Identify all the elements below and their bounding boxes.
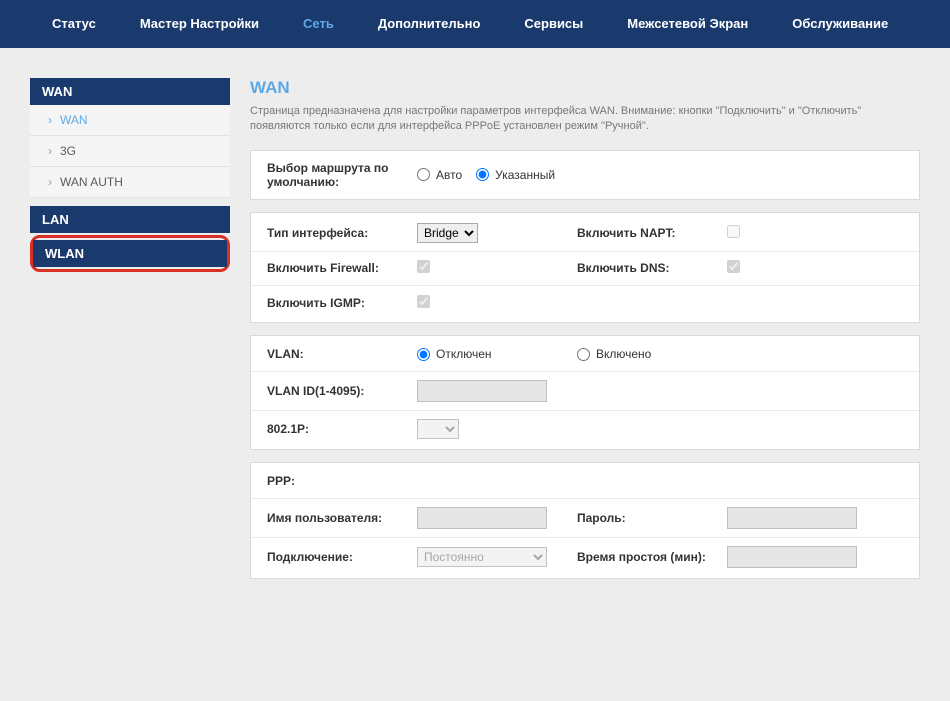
nav-network[interactable]: Сеть [291, 0, 346, 48]
page-description: Страница предназначена для настройки пар… [250, 104, 920, 135]
nav-maintenance[interactable]: Обслуживание [780, 0, 900, 48]
iface-type-label: Тип интерфейса: [267, 226, 417, 240]
nav-firewall[interactable]: Межсетевой Экран [615, 0, 760, 48]
route-label: Выбор маршрута по умолчанию: [267, 161, 417, 189]
vlan-on-label: Включено [596, 347, 651, 361]
route-specified-label: Указанный [495, 168, 555, 182]
sidebar-wlan-header[interactable]: WLAN [33, 240, 227, 267]
firewall-checkbox[interactable] [417, 260, 430, 273]
vlan-off-label: Отключен [436, 347, 492, 361]
sidebar-item-3g[interactable]: 3G [30, 136, 230, 167]
panel-vlan: VLAN: Отключен Включено VLAN ID(1-4095): [250, 335, 920, 450]
conn-label: Подключение: [267, 550, 417, 564]
conn-select[interactable]: Постоянно [417, 547, 547, 567]
route-auto-radio[interactable] [417, 168, 430, 181]
main-content: WAN Страница предназначена для настройки… [230, 78, 920, 591]
nav-wizard[interactable]: Мастер Настройки [128, 0, 271, 48]
ppp-label: PPP: [267, 474, 417, 488]
p8021-select[interactable] [417, 419, 459, 439]
iface-type-select[interactable]: Bridge [417, 223, 478, 243]
vlan-id-label: VLAN ID(1-4095): [267, 384, 417, 398]
top-nav: Статус Мастер Настройки Сеть Дополнитель… [0, 0, 950, 48]
user-input[interactable] [417, 507, 547, 529]
nav-status[interactable]: Статус [40, 0, 108, 48]
igmp-label: Включить IGMP: [267, 296, 417, 310]
sidebar: WAN WAN 3G WAN AUTH LAN WLAN [30, 78, 230, 591]
vlan-id-input[interactable] [417, 380, 547, 402]
nav-services[interactable]: Сервисы [512, 0, 595, 48]
route-auto-label: Авто [436, 168, 462, 182]
pass-label: Пароль: [567, 511, 727, 525]
highlight-annotation: WLAN [30, 235, 230, 272]
p8021-label: 802.1P: [267, 422, 417, 436]
nav-advanced[interactable]: Дополнительно [366, 0, 493, 48]
page-title: WAN [250, 78, 920, 98]
napt-checkbox[interactable] [727, 225, 740, 238]
sidebar-item-wanauth[interactable]: WAN AUTH [30, 167, 230, 198]
igmp-checkbox[interactable] [417, 295, 430, 308]
route-specified-radio[interactable] [476, 168, 489, 181]
sidebar-wan-header[interactable]: WAN [30, 78, 230, 105]
idle-input[interactable] [727, 546, 857, 568]
firewall-label: Включить Firewall: [267, 261, 417, 275]
pass-input[interactable] [727, 507, 857, 529]
panel-interface: Тип интерфейса: Bridge Включить NAPT: Вк… [250, 212, 920, 323]
idle-label: Время простоя (мин): [567, 550, 727, 564]
user-label: Имя пользователя: [267, 511, 417, 525]
panel-route: Выбор маршрута по умолчанию: Авто Указан… [250, 150, 920, 200]
vlan-on-radio[interactable] [577, 348, 590, 361]
dns-checkbox[interactable] [727, 260, 740, 273]
sidebar-lan-header[interactable]: LAN [30, 206, 230, 233]
vlan-label: VLAN: [267, 347, 417, 361]
dns-label: Включить DNS: [567, 261, 727, 275]
sidebar-item-wan[interactable]: WAN [30, 105, 230, 136]
napt-label: Включить NAPT: [567, 226, 727, 240]
panel-ppp: PPP: Имя пользователя: Пароль: Подключен… [250, 462, 920, 579]
vlan-off-radio[interactable] [417, 348, 430, 361]
